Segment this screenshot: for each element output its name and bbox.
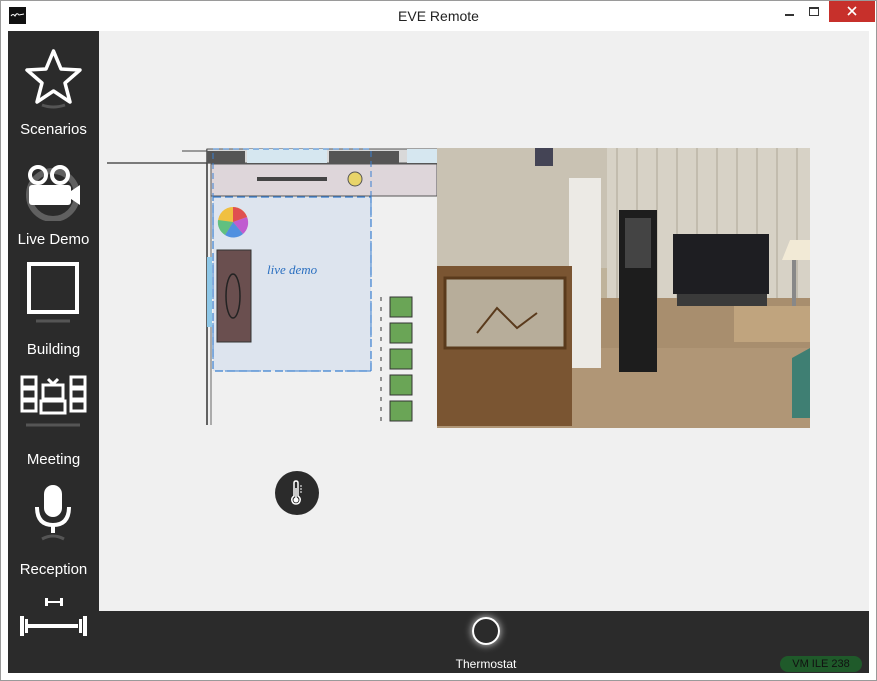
sidebar-item-label: Meeting (26, 451, 81, 468)
circle-icon (472, 617, 500, 645)
sidebar-item-live-demo[interactable]: Live Demo (8, 141, 99, 251)
live-camera-feed (437, 148, 810, 428)
close-icon (847, 6, 857, 16)
thermostat-label: Thermostat (455, 657, 517, 671)
sidebar-item-building[interactable]: Building (8, 251, 99, 361)
square-icon (27, 262, 79, 323)
sidebar-item-meeting[interactable]: Meeting (8, 361, 99, 471)
meeting-room-icon (20, 375, 87, 427)
sidebar-item-label: Scenarios (20, 121, 87, 138)
window-title: EVE Remote (398, 8, 479, 24)
floorplan-room-label: live demo (267, 262, 318, 277)
video-camera-icon (26, 165, 80, 221)
dumbbell-icon (20, 598, 87, 636)
star-icon (25, 49, 82, 109)
sidebar-item-label: Live Demo (17, 231, 90, 248)
thermostat-button[interactable]: Thermostat (442, 613, 530, 673)
thermostat-marker[interactable] (275, 471, 319, 515)
sidebar-item-gym[interactable] (8, 581, 99, 673)
thermometer-icon (291, 480, 302, 505)
sidebar-item-label: Reception (19, 561, 88, 578)
sidebar-item-label: Building (26, 341, 81, 358)
sidebar-item-reception[interactable]: Reception (8, 471, 99, 581)
main-panel: live demo (99, 31, 869, 611)
title-bar: EVE Remote (1, 1, 876, 31)
sidebar-item-scenarios[interactable]: Scenarios (8, 31, 99, 141)
sidebar: Scenarios Live Demo Building Meeting Rec… (8, 31, 99, 673)
close-button[interactable] (829, 1, 875, 22)
floorplan-map[interactable]: live demo (107, 147, 437, 427)
microphone-icon (35, 485, 71, 541)
bottom-bar: Thermostat VM ILE 238 (99, 611, 869, 673)
status-badge: VM ILE 238 (780, 656, 862, 672)
maximize-button[interactable] (799, 1, 829, 22)
